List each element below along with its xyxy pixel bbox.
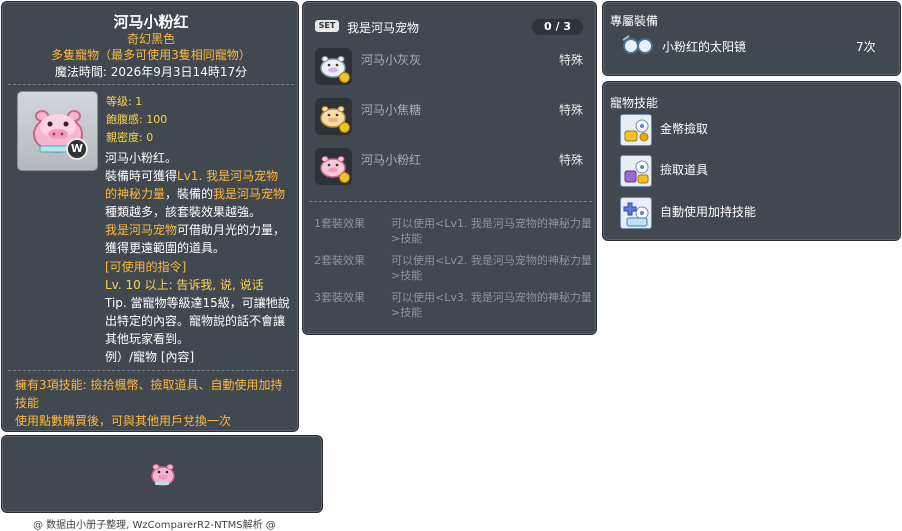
divider: [8, 370, 294, 371]
divider: [309, 201, 592, 202]
gold-coin-icon: [339, 72, 350, 83]
command-tip: Tip. 當寵物等級達15級，可讓牠說出特定的內容。寵物說的話不會讓其他玩家看到…: [105, 296, 290, 346]
cash-item-badge-icon: W: [66, 138, 88, 160]
gold-coin-icon: [339, 122, 350, 133]
coin-pickup-icon: [620, 114, 652, 146]
exclusive-equipment-panel: 專屬裝備 小粉红的太阳镜 7次: [602, 1, 901, 76]
set-effect-text: 可以使用<Lv2. 我是河马宠物的神秘力量>技能: [391, 254, 592, 282]
trade-note: 使用點數購買後，可與其他用戶兌換一次: [15, 414, 232, 428]
set-item-type: 特殊: [559, 153, 584, 167]
set-effect-label: 3套裝效果: [314, 291, 365, 304]
item-name: 河马小粉红: [113, 13, 189, 31]
set-effect-text: 可以使用<Lv3. 我是河马宠物的神秘力量>技能: [391, 291, 592, 319]
set-effect-label: 2套裝效果: [314, 254, 365, 267]
set-item-slot: [315, 48, 352, 85]
pet-skill-auto-buff[interactable]: 自動使用加持技能: [620, 197, 890, 231]
set-item[interactable]: 河马小焦糖 特殊: [315, 98, 585, 138]
item-expire-time: 魔法時間: 2026年9月3日14時17分: [54, 65, 248, 79]
item-multi-pet-note: 多隻寵物（最多可使用3隻相同寵物）: [51, 48, 251, 62]
pet-skills-title: 寵物技能: [610, 96, 659, 110]
pink-hippo-preview-icon: [151, 464, 175, 486]
set-item-name: 河马小灰灰: [361, 53, 422, 67]
set-badge: SET: [315, 20, 339, 32]
set-item[interactable]: 河马小灰灰 特殊: [315, 48, 585, 88]
item-subtitle: 奇幻黑色: [126, 32, 175, 46]
pet-level: 等级: 1: [106, 95, 143, 108]
set-effect-text: 可以使用<Lv1. 我是河马宠物的神秘力量>技能: [391, 217, 592, 245]
item-description: 河马小粉红。 裝備時可獲得Lv1. 我是河马宠物 的神秘力量，裝備的我是河马宠物…: [105, 149, 295, 366]
gold-coin-icon: [339, 172, 350, 183]
pet-skill-coin-pickup[interactable]: 金幣撿取: [620, 114, 890, 148]
pet-skill-item-pickup[interactable]: 撿取道具: [620, 155, 890, 189]
item-tooltip-panel: 河马小粉红 奇幻黑色 多隻寵物（最多可使用3隻相同寵物） 魔法時間: 2026年…: [1, 1, 299, 432]
set-item-slot: [315, 98, 352, 135]
auto-buff-icon: [620, 197, 652, 229]
set-item-slot: [315, 148, 352, 185]
set-item[interactable]: 河马小粉红 特殊: [315, 148, 585, 188]
sunglasses-icon: [622, 35, 653, 54]
pet-skill-label: 金幣撿取: [660, 122, 709, 136]
item-skills-summary: 擁有3項技能: 撿拾楓幣、撿取道具、自動使用加持技能 使用點數購買後，可與其他用…: [15, 378, 283, 428]
command-example: 例）/寵物 [內容]: [105, 350, 195, 364]
set-item-name: 河马小焦糖: [361, 103, 422, 117]
pet-skills-panel: 寵物技能 金幣撿取 撿取道具 自動使用加持技能: [602, 81, 901, 241]
command-list-body: Lv. 10 以上: 告诉我, 说, 说话: [105, 278, 264, 292]
pet-skill-label: 撿取道具: [660, 163, 709, 177]
tooltip-root: 05002686 河马小粉红 奇幻黑色 多隻寵物（最多可使用3隻相同寵物） 魔法…: [0, 0, 902, 531]
item-icon-frame: W: [17, 91, 98, 171]
item-pickup-icon: [620, 155, 652, 187]
pet-closeness: 親密度: 0: [106, 131, 154, 144]
set-item-type: 特殊: [559, 103, 584, 117]
set-progress: 0 / 3: [532, 19, 583, 35]
set-panel: SET 我是河马宠物 0 / 3 河马小灰灰 特殊 河马小焦糖 特殊 河马小粉红…: [302, 1, 597, 335]
set-item-name: 河马小粉红: [361, 153, 422, 167]
divider: [8, 84, 294, 85]
command-list-title: [可使用的指令]: [105, 260, 187, 274]
set-title: 我是河马宠物: [347, 21, 420, 35]
footer-credit: @ 数据由小册子整理, WzComparerR2-NTMS解析 @: [33, 520, 276, 531]
exclusive-item-count: 7次: [856, 40, 876, 54]
pet-skill-label: 自動使用加持技能: [660, 205, 757, 219]
pet-fullness: 飽腹感: 100: [106, 113, 168, 126]
exclusive-item-name: 小粉红的太阳镜: [662, 40, 747, 54]
pet-preview-panel: [1, 435, 323, 513]
set-item-type: 特殊: [559, 53, 584, 67]
set-effect-label: 1套裝效果: [314, 217, 365, 230]
exclusive-title: 專屬裝備: [610, 14, 659, 28]
